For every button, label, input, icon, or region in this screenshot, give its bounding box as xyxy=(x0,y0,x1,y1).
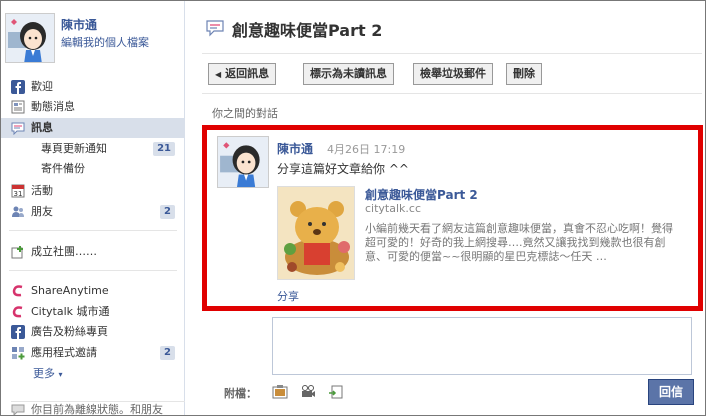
sidebar-item-label: 朋友 xyxy=(31,205,53,218)
sidebar-item-label: 應用程式邀請 xyxy=(31,346,97,359)
count-badge: 21 xyxy=(153,142,175,156)
friends-icon xyxy=(11,205,25,219)
reply-button[interactable]: 回信 xyxy=(648,379,694,405)
page-title: 創意趣味便當Part 2 xyxy=(232,21,383,40)
button-label: 刪除 xyxy=(513,67,535,80)
left-sidebar: 陳市通 編輯我的個人檔案 歡迎 動態消息 訊息 專頁更新通知 21 寄件備份 3… xyxy=(1,1,185,416)
message-timestamp: 4月26日 17:19 xyxy=(327,143,406,156)
button-label: 返回訊息 xyxy=(225,67,270,80)
conversation-label: 你之間的對話 xyxy=(212,107,278,120)
sidebar-item-label: 成立社團…… xyxy=(31,245,97,258)
sidebar-item-app-invites[interactable]: 應用程式邀請 2 xyxy=(1,343,185,363)
sidebar-item-label: 動態消息 xyxy=(31,100,75,113)
message-body: 分享這篇好文章給你 ^^ xyxy=(277,162,409,176)
sidebar-item-friends[interactable]: 朋友 2 xyxy=(1,202,185,222)
attachment-title-link[interactable]: 創意趣味便當Part 2 xyxy=(365,186,478,203)
chat-status[interactable]: 你目前為離線狀態。和朋友 xyxy=(11,401,185,416)
video-attach-icon[interactable] xyxy=(300,384,316,400)
sidebar-item-label: 專頁更新通知 xyxy=(41,142,107,155)
arrow-left-icon: ◀ xyxy=(215,70,222,79)
more-label: 更多 xyxy=(33,367,55,380)
divider xyxy=(202,93,702,94)
attachment-domain: citytalk.cc xyxy=(365,202,421,215)
caret-down-icon: ▾ xyxy=(58,370,63,379)
profile-block: 陳市通 編輯我的個人檔案 xyxy=(5,13,181,65)
sidebar-item-label: 活動 xyxy=(31,184,53,197)
citytalk-logo-icon xyxy=(11,305,25,319)
button-label: 檢舉垃圾郵件 xyxy=(420,67,486,80)
report-spam-button[interactable]: 檢舉垃圾郵件 xyxy=(413,63,493,85)
sidebar-item-sent[interactable]: 寄件備份 xyxy=(1,159,185,179)
sidebar-item-label: 廣告及粉絲專頁 xyxy=(31,325,108,338)
calendar-icon: 31 xyxy=(11,184,25,198)
divider xyxy=(9,230,177,231)
sidebar-item-page-updates[interactable]: 專頁更新通知 21 xyxy=(1,139,185,159)
sidebar-item-label: 歡迎 xyxy=(31,80,53,93)
sidebar-item-label: ShareAnytime xyxy=(31,284,109,297)
sidebar-item-events[interactable]: 31 活動 xyxy=(1,181,185,201)
back-to-messages-button[interactable]: ◀ 返回訊息 xyxy=(208,63,277,85)
divider xyxy=(9,270,177,271)
app-window: 陳市通 編輯我的個人檔案 歡迎 動態消息 訊息 專頁更新通知 21 寄件備份 3… xyxy=(0,0,706,416)
sidebar-item-ads-pages[interactable]: 廣告及粉絲專頁 xyxy=(1,322,185,342)
chat-icon xyxy=(11,404,25,415)
sender-name[interactable]: 陳市通 xyxy=(277,140,313,157)
messages-icon xyxy=(206,19,224,37)
create-group-icon xyxy=(11,245,25,259)
profile-name[interactable]: 陳市通 xyxy=(61,16,97,33)
sidebar-item-welcome[interactable]: 歡迎 xyxy=(1,77,185,97)
profile-avatar[interactable] xyxy=(5,13,55,63)
sidebar-item-create-group[interactable]: 成立社團…… xyxy=(1,242,185,262)
sidebar-item-label: Citytalk 城市通 xyxy=(31,305,110,318)
photo-attach-icon[interactable] xyxy=(272,384,288,400)
sidebar-item-label: 寄件備份 xyxy=(41,162,85,175)
news-feed-icon xyxy=(11,100,25,114)
message-thread-panel: 創意趣味便當Part 2 ◀ 返回訊息 標示為未讀訊息 檢舉垃圾郵件 刪除 你之間… xyxy=(186,1,705,415)
sidebar-item-label: 訊息 xyxy=(31,121,53,134)
divider xyxy=(202,53,702,54)
sidebar-item-messages[interactable]: 訊息 xyxy=(1,118,185,138)
mark-unread-button[interactable]: 標示為未讀訊息 xyxy=(303,63,394,85)
sidebar-item-shareanytime[interactable]: ShareAnytime xyxy=(1,281,185,301)
app-invites-icon xyxy=(11,346,25,360)
count-badge: 2 xyxy=(160,346,175,360)
attachment-description: 小編前幾天看了網友這篇創意趣味便當，真會不忍心吃啊！覺得超可愛的！好奇的我上網搜… xyxy=(365,222,673,263)
chat-status-text: 你目前為離線狀態。和朋友 xyxy=(31,403,163,416)
share-link[interactable]: 分享 xyxy=(277,288,299,304)
reply-textarea[interactable] xyxy=(272,317,692,375)
attach-label: 附檔： xyxy=(224,387,257,400)
edit-profile-link[interactable]: 編輯我的個人檔案 xyxy=(61,34,149,50)
delete-button[interactable]: 刪除 xyxy=(506,63,542,85)
sender-avatar[interactable] xyxy=(217,136,269,188)
more-link[interactable]: 更多 ▾ xyxy=(33,365,63,381)
messages-icon xyxy=(11,121,25,136)
sidebar-item-citytalk[interactable]: Citytalk 城市通 xyxy=(1,302,185,322)
facebook-icon xyxy=(11,325,25,339)
attachment-thumbnail[interactable] xyxy=(277,186,355,280)
svg-text:31: 31 xyxy=(14,190,23,198)
button-label: 標示為未讀訊息 xyxy=(310,67,387,80)
facebook-icon xyxy=(11,80,25,94)
sidebar-item-news-feed[interactable]: 動態消息 xyxy=(1,97,185,117)
highlighted-message: 陳市通 4月26日 17:19 分享這篇好文章給你 ^^ 創意趣味便當Part … xyxy=(202,125,703,311)
count-badge: 2 xyxy=(160,205,175,219)
link-attach-icon[interactable] xyxy=(328,384,344,400)
citytalk-logo-icon xyxy=(11,284,25,298)
